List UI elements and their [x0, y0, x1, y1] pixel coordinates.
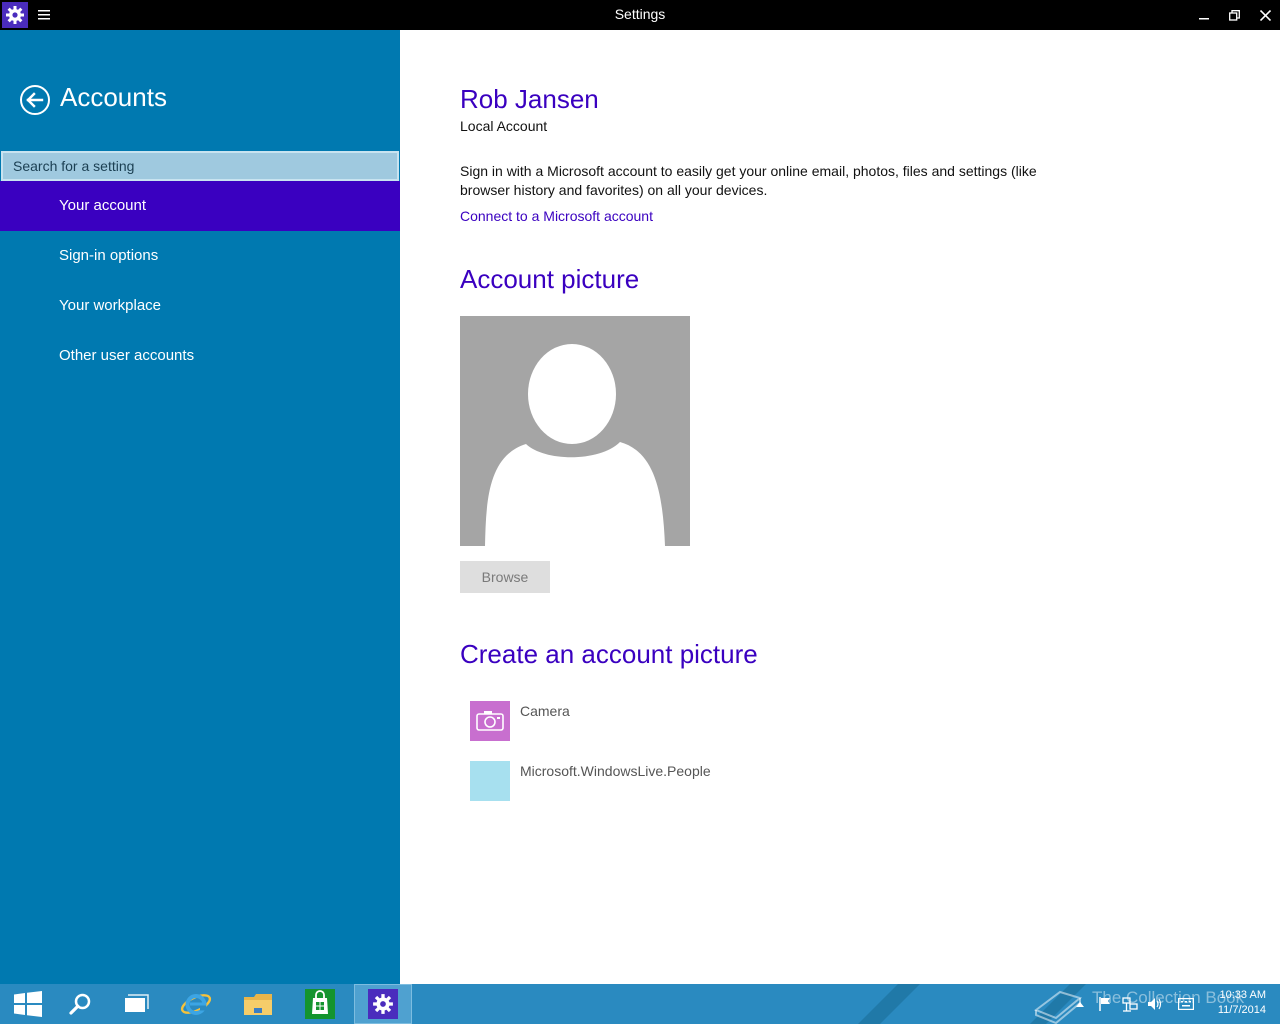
- internet-explorer-icon: [180, 994, 212, 1015]
- camera-app-item[interactable]: Camera: [470, 701, 670, 741]
- sidebar: Accounts Search for a setting Your accou…: [0, 30, 400, 984]
- user-name: Rob Jansen: [460, 84, 599, 114]
- search-icon: [69, 993, 91, 1015]
- volume-icon[interactable]: [1147, 996, 1163, 1012]
- file-explorer-icon: [244, 994, 272, 1015]
- back-button[interactable]: [19, 84, 51, 116]
- connect-microsoft-account-link[interactable]: Connect to a Microsoft account: [460, 208, 653, 224]
- taskbar: The Collection Book 10:33 AM 11/7/2014: [0, 984, 1280, 1024]
- search-button[interactable]: [52, 984, 108, 1024]
- camera-icon: [470, 701, 510, 741]
- browse-button[interactable]: Browse: [460, 561, 550, 593]
- clock-time: 10:33 AM: [1219, 989, 1266, 1001]
- restore-icon: [1228, 9, 1240, 21]
- minimize-button[interactable]: [1188, 0, 1220, 30]
- sidebar-item-label: Other user accounts: [59, 347, 195, 364]
- system-clock[interactable]: 10:33 AM 11/7/2014: [1206, 988, 1266, 1018]
- back-arrow-icon: [20, 85, 50, 115]
- clock-date: 11/7/2014: [1217, 1004, 1266, 1016]
- store-icon: [305, 989, 335, 1019]
- sidebar-item-label: Your account: [59, 197, 147, 214]
- task-view-icon: [125, 994, 149, 1012]
- account-type: Local Account: [460, 118, 548, 134]
- restore-button[interactable]: [1218, 0, 1250, 30]
- start-button[interactable]: [0, 984, 56, 1024]
- settings-icon: [368, 989, 398, 1019]
- settings-taskbar-button[interactable]: [354, 984, 412, 1024]
- sidebar-item-sign-in-options[interactable]: Sign-in options: [0, 231, 400, 281]
- create-item-label: Microsoft.WindowsLive.People: [520, 763, 711, 779]
- create-item-label: Camera: [520, 703, 570, 719]
- file-explorer-button[interactable]: [230, 984, 286, 1024]
- minimize-icon: [1199, 18, 1209, 20]
- close-icon: [1259, 9, 1271, 21]
- people-app-item[interactable]: Microsoft.WindowsLive.People: [470, 761, 740, 801]
- sidebar-item-your-account[interactable]: Your account: [0, 181, 400, 231]
- sidebar-item-label: Your workplace: [59, 297, 162, 314]
- main-content: Rob Jansen Local Account Sign in with a …: [400, 30, 1280, 984]
- store-button[interactable]: [292, 984, 348, 1024]
- network-icon[interactable]: [1122, 996, 1138, 1012]
- task-view-button[interactable]: [108, 984, 164, 1024]
- sidebar-item-label: Sign-in options: [59, 247, 159, 264]
- account-picture: [460, 316, 690, 546]
- windows-start-icon: [14, 991, 42, 1017]
- show-hidden-icons[interactable]: [1072, 996, 1088, 1012]
- window-title: Settings: [614, 6, 666, 22]
- default-user-icon: [485, 344, 665, 546]
- title-bar: Settings: [0, 0, 1280, 30]
- sidebar-item-your-workplace[interactable]: Your workplace: [0, 281, 400, 331]
- action-center-flag-icon[interactable]: [1097, 996, 1113, 1012]
- people-app-icon: [470, 761, 510, 801]
- close-button[interactable]: [1249, 0, 1280, 30]
- taskbar-decoration: [858, 984, 920, 1024]
- search-input[interactable]: Search for a setting: [1, 151, 399, 181]
- internet-explorer-button[interactable]: [168, 984, 224, 1024]
- create-account-picture-heading: Create an account picture: [460, 639, 758, 669]
- keyboard-icon[interactable]: [1178, 996, 1194, 1012]
- account-description: Sign in with a Microsoft account to easi…: [460, 163, 1037, 198]
- page-title: Accounts: [60, 82, 167, 112]
- account-picture-heading: Account picture: [460, 264, 640, 294]
- sidebar-item-other-user-accounts[interactable]: Other user accounts: [0, 331, 400, 381]
